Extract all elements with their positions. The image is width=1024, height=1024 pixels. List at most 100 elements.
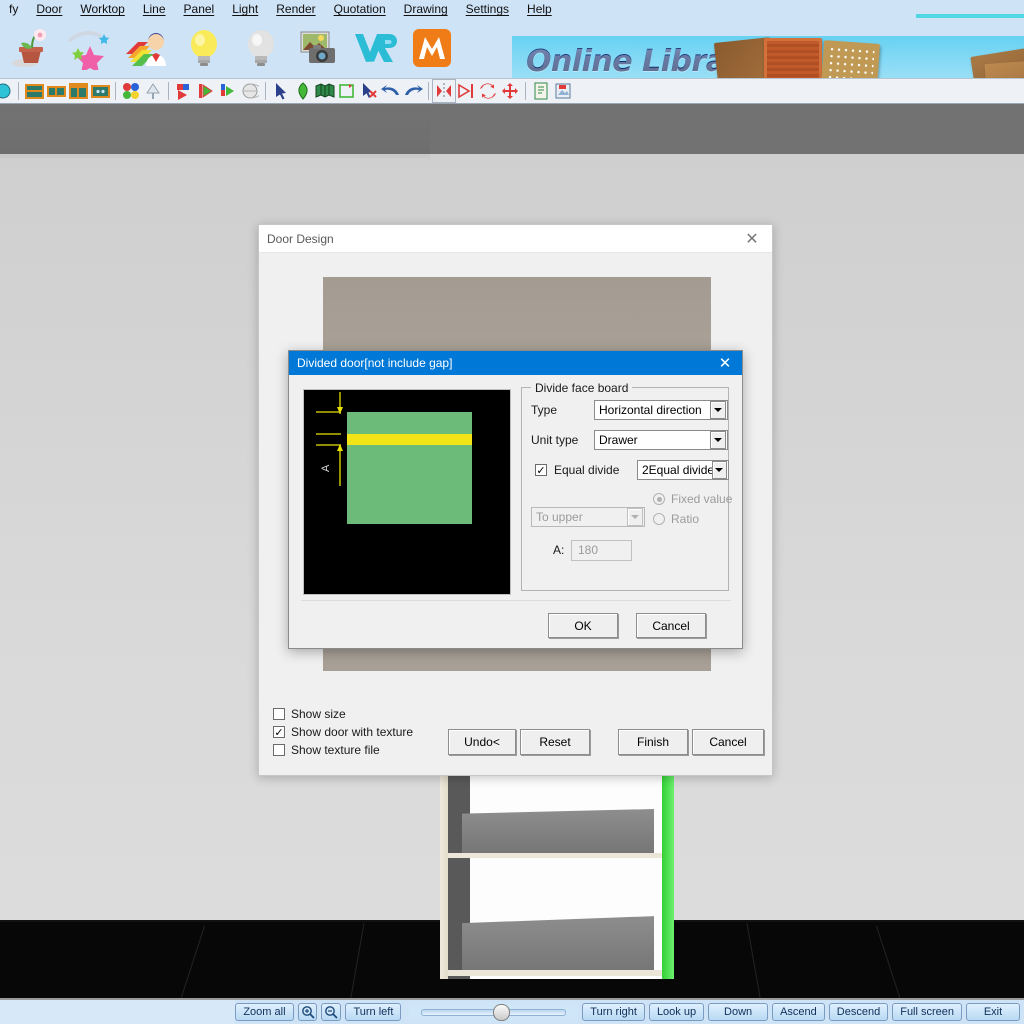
menu-item-quotation[interactable]: Quotation <box>325 0 395 18</box>
mirror-icon[interactable] <box>432 79 456 103</box>
menu-item-drawing[interactable]: Drawing <box>395 0 457 18</box>
chevron-down-icon[interactable] <box>627 508 643 526</box>
dialog-separator <box>301 600 731 601</box>
cabinet-selected-edge <box>662 767 674 979</box>
menu-item-render[interactable]: Render <box>267 0 324 18</box>
light-bulb-on-icon[interactable] <box>175 20 232 76</box>
menubar: fy Door Worktop Line Panel Light Render … <box>0 0 1024 18</box>
descend-button[interactable]: Descend <box>828 1003 889 1021</box>
direction-dropdown[interactable]: To upper <box>531 507 645 527</box>
secondary-toolbar <box>0 78 1024 104</box>
move-icon[interactable] <box>499 80 521 102</box>
checkbox-show-size[interactable]: Show size <box>273 705 483 723</box>
toolbar-separator <box>428 82 429 100</box>
chevron-down-icon[interactable] <box>711 461 727 479</box>
ascend-button[interactable]: Ascend <box>772 1003 825 1021</box>
select-arrow-icon[interactable] <box>270 80 292 102</box>
reset-button[interactable]: Reset <box>520 729 590 755</box>
save-image-icon[interactable] <box>552 80 574 102</box>
zoom-out-button[interactable] <box>321 1003 342 1021</box>
menu-label: Worktop <box>80 2 125 16</box>
unit-type-row: Unit type <box>531 433 593 447</box>
unit-type-dropdown[interactable]: Drawer <box>594 430 728 450</box>
finish-button[interactable]: Finish <box>618 729 688 755</box>
cabinet-corner-icon[interactable] <box>89 80 111 102</box>
rotate-icon[interactable] <box>477 80 499 102</box>
full-screen-button[interactable]: Full screen <box>892 1003 963 1021</box>
a-value-input[interactable]: 180 <box>571 540 632 561</box>
cancel-button[interactable]: Cancel <box>692 729 764 755</box>
zoom-in-button[interactable] <box>297 1003 318 1021</box>
chevron-down-icon[interactable] <box>710 401 726 419</box>
leaf-icon[interactable] <box>292 80 314 102</box>
cabinet-base-icon[interactable] <box>23 80 45 102</box>
down-button[interactable]: Down <box>708 1003 769 1021</box>
radio-ratio[interactable]: Ratio <box>653 512 699 526</box>
a-label: A: <box>553 543 565 557</box>
designer-person-icon[interactable] <box>118 20 175 76</box>
document-icon[interactable] <box>530 80 552 102</box>
toolbar-separator <box>265 82 266 100</box>
redo-icon[interactable] <box>402 80 424 102</box>
menu-label: Help <box>527 2 552 16</box>
close-icon[interactable]: ✕ <box>738 228 766 250</box>
equal-divide-checkbox[interactable]: ✓ Equal divide <box>535 463 619 477</box>
cabinet-wall-icon[interactable] <box>45 80 67 102</box>
cancel-button[interactable]: Cancel <box>636 613 706 638</box>
divide-face-board-label: Divide face board <box>531 381 633 395</box>
close-icon[interactable]: ✕ <box>712 352 738 374</box>
unit-type-dropdown-value: Drawer <box>599 433 638 447</box>
checkbox-label: Show door with texture <box>291 725 414 739</box>
chevron-down-icon[interactable] <box>710 431 726 449</box>
radio-button <box>653 493 665 505</box>
exit-button[interactable]: Exit <box>966 1003 1021 1021</box>
undo-icon[interactable] <box>380 80 402 102</box>
menu-item-light[interactable]: Light <box>223 0 267 18</box>
zoom-all-button[interactable]: Zoom all <box>235 1003 294 1021</box>
turn-left-button[interactable]: Turn left <box>345 1003 402 1021</box>
slider-thumb[interactable] <box>493 1003 511 1021</box>
menu-item-modify[interactable]: fy <box>0 0 27 18</box>
sphere-icon[interactable] <box>239 80 261 102</box>
menu-item-panel[interactable]: Panel <box>175 0 224 18</box>
frame-icon[interactable] <box>336 80 358 102</box>
cabinet-object[interactable] <box>440 767 674 979</box>
render-flag-icon[interactable] <box>217 80 239 102</box>
type-row: Type <box>531 403 593 417</box>
menu-label: Line <box>142 2 166 16</box>
vr-icon[interactable] <box>346 20 403 76</box>
book-icon[interactable] <box>314 80 336 102</box>
align-icon[interactable] <box>455 80 477 102</box>
type-dropdown-value: Horizontal direction <box>599 403 702 417</box>
menu-item-settings[interactable]: Settings <box>457 0 518 18</box>
delete-arrow-icon[interactable] <box>358 80 380 102</box>
m-logo-icon[interactable] <box>403 20 460 76</box>
menu-item-help[interactable]: Help <box>518 0 561 18</box>
look-up-button[interactable]: Look up <box>648 1003 705 1021</box>
menu-item-line[interactable]: Line <box>134 0 175 18</box>
ok-button[interactable]: OK <box>548 613 618 638</box>
divided-door-dialog[interactable]: Divided door[not include gap] ✕ A Divide… <box>288 350 743 649</box>
light-bulb-off-icon[interactable] <box>232 20 289 76</box>
play-flag-icon[interactable] <box>195 80 217 102</box>
menu-item-worktop[interactable]: Worktop <box>71 0 133 18</box>
menu-item-door[interactable]: Door <box>27 0 71 18</box>
undo-button[interactable]: Undo< <box>448 729 516 755</box>
lamp-icon[interactable] <box>142 80 164 102</box>
a-label-row: A: <box>553 543 564 557</box>
radio-fixed-value[interactable]: Fixed value <box>653 492 732 506</box>
view-angle-slider[interactable] <box>409 1003 579 1021</box>
paint-flag-icon[interactable] <box>173 80 195 102</box>
type-dropdown[interactable]: Horizontal direction <box>594 400 728 420</box>
cabinet-tall-icon[interactable] <box>67 80 89 102</box>
sparkle-stars-icon[interactable] <box>61 20 118 76</box>
menu-label: Panel <box>183 2 215 16</box>
plant-pot-icon[interactable] <box>4 20 61 76</box>
photo-camera-icon[interactable] <box>289 20 346 76</box>
color-palette-icon[interactable] <box>120 80 142 102</box>
menu-label: Quotation <box>333 2 386 16</box>
sphere-blue-icon[interactable] <box>0 80 14 102</box>
equal-divide-dropdown[interactable]: 2Equal divide <box>637 460 729 480</box>
turn-right-button[interactable]: Turn right <box>582 1003 645 1021</box>
toolbar-separator <box>18 82 19 100</box>
